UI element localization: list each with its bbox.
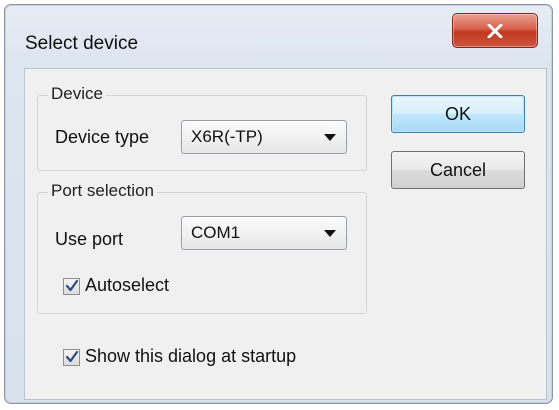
show-at-startup-checkbox[interactable]: [63, 349, 80, 366]
autoselect-label: Autoselect: [85, 275, 170, 295]
device-type-label: Device type: [55, 127, 150, 147]
window-title: Select device: [25, 33, 139, 54]
use-port-select[interactable]: COM1: [181, 216, 347, 250]
close-button[interactable]: [452, 13, 538, 48]
chevron-down-icon: [324, 230, 336, 237]
autoselect-checkbox[interactable]: [63, 278, 80, 295]
port-selection-group-label: Port selection: [48, 181, 157, 201]
dialog-body: Device Device type X6R(-TP) Port selecti…: [24, 68, 547, 400]
device-type-select[interactable]: X6R(-TP): [181, 120, 347, 154]
device-group-label: Device: [48, 84, 106, 104]
device-type-value: X6R(-TP): [191, 127, 263, 146]
show-at-startup-label: Show this dialog at startup: [85, 346, 297, 366]
close-icon: [487, 23, 503, 38]
chevron-down-icon: [324, 134, 336, 141]
use-port-label: Use port: [55, 229, 124, 249]
ok-button[interactable]: OK: [391, 95, 525, 133]
cancel-button[interactable]: Cancel: [391, 151, 525, 189]
use-port-value: COM1: [191, 223, 241, 242]
dialog-window: Select device Device Device type X6R(-TP…: [4, 4, 553, 404]
